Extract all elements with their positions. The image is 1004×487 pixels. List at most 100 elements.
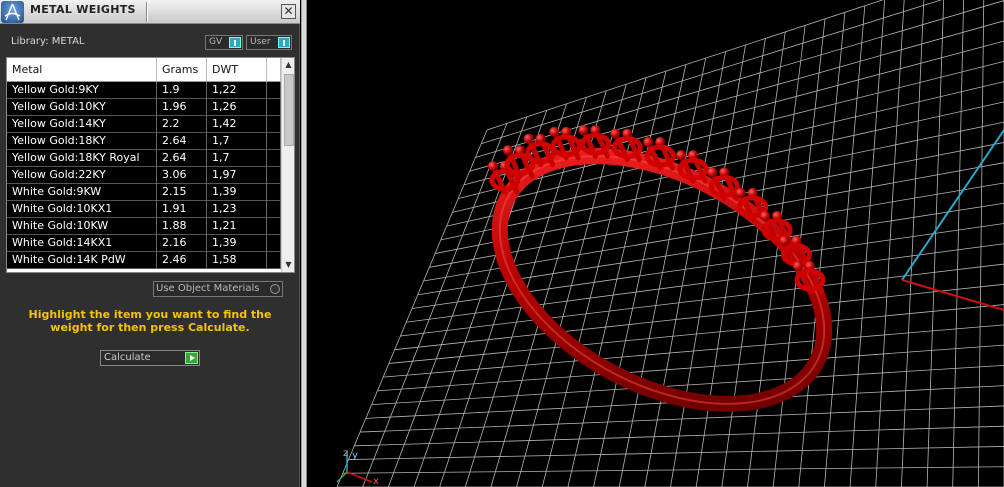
table-row[interactable]: Yellow Gold:22KY 3.06 1,97 (7, 167, 281, 184)
axis-x-label: x (373, 476, 379, 487)
column-header-grams[interactable]: Grams (157, 58, 207, 82)
grams-cell: 1.9 (157, 82, 207, 99)
grid-line (388, 304, 1004, 364)
table-row[interactable]: White Gold:10KX1 1.91 1,23 (7, 201, 281, 218)
gv-toggle[interactable]: GV (205, 35, 243, 50)
radio-icon (270, 284, 280, 294)
extra-cell (267, 82, 281, 99)
scroll-down-icon[interactable]: ▼ (282, 258, 294, 272)
extra-cell (267, 184, 281, 201)
gv-toggle-label: GV (209, 37, 223, 47)
metal-cell: White Gold:14KX1 (7, 235, 157, 252)
table-row[interactable]: Yellow Gold:14KY 2.2 1,42 (7, 116, 281, 133)
calculate-label: Calculate (104, 352, 151, 363)
panel-title: METAL WEIGHTS (30, 3, 136, 16)
table-row[interactable]: White Gold:10KW 1.88 1,21 (7, 218, 281, 235)
table-row[interactable]: White Gold:14K PdW 2.46 1,58 (7, 252, 281, 269)
dwt-cell: 1,26 (207, 99, 267, 116)
use-object-materials-toggle[interactable]: Use Object Materials (153, 281, 283, 297)
ring-model[interactable] (458, 105, 866, 455)
extra-cell (267, 235, 281, 252)
scroll-thumb[interactable] (284, 74, 294, 146)
axis-z-label: z (343, 448, 348, 459)
extra-cell (267, 167, 281, 184)
instruction-text: Highlight the item you want to find the … (28, 308, 272, 334)
grid-line (348, 446, 1004, 460)
extra-cell (267, 150, 281, 167)
scroll-up-icon[interactable]: ▲ (282, 58, 294, 72)
dwt-cell: 1,42 (207, 116, 267, 133)
column-header-metal[interactable]: Metal (7, 58, 157, 82)
table-header: Metal Grams DWT (7, 58, 281, 82)
grams-cell: 3.06 (157, 167, 207, 184)
metal-cell: White Gold:10KW (7, 218, 157, 235)
grid-line (695, 38, 766, 487)
axis-triad-icon: y z x (336, 448, 379, 487)
grid-line (926, 0, 945, 487)
extra-cell (267, 116, 281, 133)
grams-cell: 2.15 (157, 184, 207, 201)
column-header-extra (267, 58, 281, 82)
table-row[interactable]: White Gold:14KX1 2.16 1,39 (7, 235, 281, 252)
table-row[interactable]: Yellow Gold:18KY Royal 2.64 1,7 (7, 150, 281, 167)
dwt-cell: 1,97 (207, 167, 267, 184)
grams-cell: 1.88 (157, 218, 207, 235)
table-row[interactable]: Yellow Gold:9KY 1.9 1,22 (7, 82, 281, 99)
x-axis-line (901, 279, 1004, 311)
grams-cell: 1.91 (157, 201, 207, 218)
metal-cell: White Gold:10KX1 (7, 201, 157, 218)
table-row[interactable]: Yellow Gold:18KY 2.64 1,7 (7, 133, 281, 150)
extra-cell (267, 218, 281, 235)
extra-cell (267, 133, 281, 150)
ground-grid (336, 0, 1004, 487)
grid-line (360, 405, 1004, 433)
dwt-cell: 1,22 (207, 82, 267, 99)
toggle-knob-icon (229, 37, 241, 48)
axis-y-label: y (352, 450, 358, 461)
dwt-cell: 1,7 (207, 150, 267, 167)
grid-line (977, 0, 985, 487)
grams-cell: 2.16 (157, 235, 207, 252)
metal-cell: Yellow Gold:22KY (7, 167, 157, 184)
grid-line (383, 324, 1004, 378)
metal-weights-panel: METAL WEIGHTS ✕ Library: METAL GV User M… (0, 0, 300, 487)
app-root: METAL WEIGHTS ✕ Library: METAL GV User M… (0, 0, 1004, 487)
dwt-cell: 1,7 (207, 133, 267, 150)
column-header-dwt[interactable]: DWT (207, 58, 267, 82)
extra-cell (267, 99, 281, 116)
grid-line (394, 283, 1004, 351)
grams-cell: 1.96 (157, 99, 207, 116)
dwt-cell: 1,39 (207, 184, 267, 201)
metal-cell: White Gold:9KW (7, 184, 157, 201)
ring-prongs (487, 125, 826, 295)
grid-line (900, 0, 925, 487)
grid-line (377, 344, 1004, 392)
dwt-cell: 1,39 (207, 235, 267, 252)
grid-line (875, 0, 905, 487)
table-scrollbar[interactable]: ▲ ▼ (281, 58, 294, 272)
dwt-cell: 1,23 (207, 201, 267, 218)
metal-cell: Yellow Gold:18KY Royal (7, 150, 157, 167)
library-label: Library: METAL (11, 36, 85, 47)
calculate-button[interactable]: Calculate (100, 350, 200, 366)
extra-cell (267, 201, 281, 218)
table-row[interactable]: White Gold:9KW 2.15 1,39 (7, 184, 281, 201)
grams-cell: 2.64 (157, 133, 207, 150)
grid-line (824, 5, 866, 487)
panel-titlebar[interactable]: METAL WEIGHTS ✕ (0, 0, 300, 24)
grams-cell: 2.46 (157, 252, 207, 269)
grams-cell: 2.64 (157, 150, 207, 167)
grid-line (354, 425, 1004, 447)
metal-cell: Yellow Gold:14KY (7, 116, 157, 133)
metal-cell: Yellow Gold:18KY (7, 133, 157, 150)
close-icon[interactable]: ✕ (281, 4, 296, 19)
metal-cell: White Gold:14K PdW (7, 252, 157, 269)
extra-cell (267, 252, 281, 269)
use-object-materials-label: Use Object Materials (156, 283, 260, 294)
app-logo-icon (1, 1, 24, 23)
3d-viewport[interactable]: y z x (307, 0, 1004, 487)
user-toggle[interactable]: User (246, 35, 292, 50)
table-row[interactable]: Yellow Gold:10KY 1.96 1,26 (7, 99, 281, 116)
title-separator (146, 2, 148, 22)
viewport-canvas[interactable]: y z x (307, 0, 1004, 487)
